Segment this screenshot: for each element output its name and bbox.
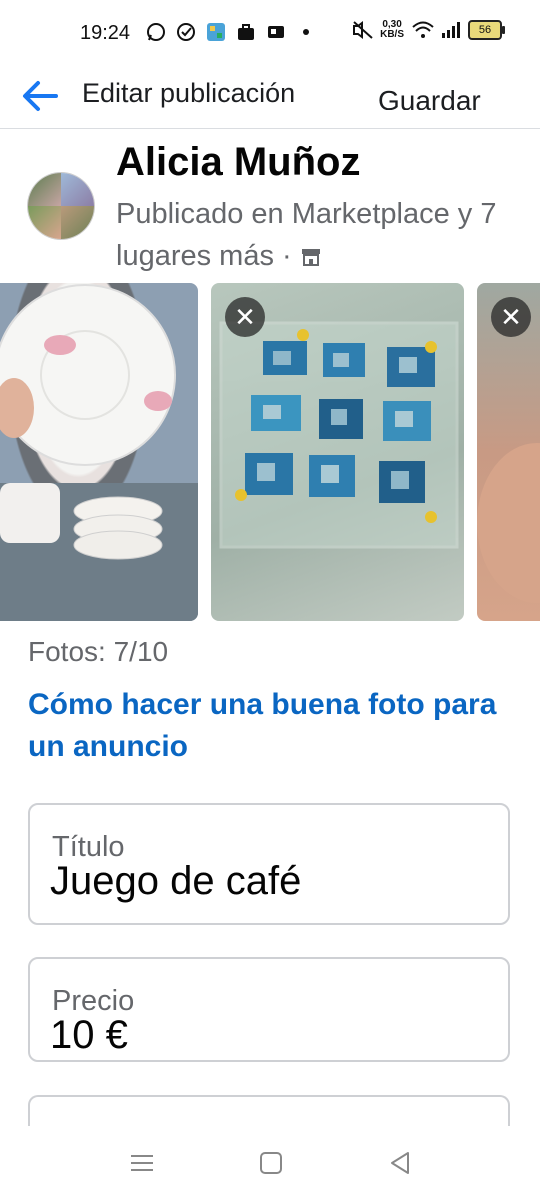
title-field[interactable]: Título Juego de café <box>28 803 510 925</box>
app-bar: Editar publicación Guardar <box>0 66 540 129</box>
dot-icon <box>296 22 316 42</box>
wifi-icon <box>412 20 434 40</box>
signal-icon <box>440 20 460 40</box>
home-button[interactable] <box>256 1148 286 1178</box>
avatar[interactable] <box>28 173 94 239</box>
price-field-value[interactable]: 10 € <box>50 1013 128 1058</box>
check-circle-icon <box>176 22 196 42</box>
vpn-icon <box>266 22 286 42</box>
whatsapp-icon <box>146 22 166 42</box>
avatar-tile <box>28 173 61 206</box>
remove-photo-2-button[interactable]: ✕ <box>225 297 265 337</box>
back-nav-button[interactable] <box>386 1148 416 1178</box>
status-time: 19:24 <box>80 22 131 44</box>
avatar-tile <box>61 206 94 239</box>
avatar-tile <box>61 173 94 206</box>
remove-photo-3-button[interactable]: ✕ <box>491 297 531 337</box>
photos-count: Fotos: 7/10 <box>28 636 169 667</box>
back-arrow-icon <box>23 81 58 111</box>
net-speed-unit: KB/S <box>380 29 404 40</box>
user-name: Alicia Muñoz <box>116 140 361 184</box>
status-right: 0,30 KB/S 56 <box>352 20 505 40</box>
back-button[interactable] <box>20 78 60 114</box>
recent-apps-button[interactable] <box>127 1148 157 1178</box>
price-field[interactable]: Precio 10 € <box>28 957 510 1062</box>
system-nav-bar <box>0 1126 540 1200</box>
battery-icon: 56 <box>468 20 505 40</box>
mute-icon <box>352 20 373 40</box>
avatar-tile <box>28 206 61 239</box>
title-field-value[interactable]: Juego de café <box>50 859 301 904</box>
photo-gallery[interactable]: ✕ ✕ <box>0 283 540 621</box>
page-title: Editar publicación <box>82 78 296 108</box>
photo-tips-link[interactable]: Cómo hacer una buena foto para un anunci… <box>28 684 508 768</box>
net-speed: 0,30 KB/S <box>380 20 404 40</box>
status-icons <box>146 22 316 42</box>
app-tile-icon <box>206 22 226 42</box>
status-bar: 19:24 0,30 KB/S 56 <box>0 0 540 66</box>
briefcase-icon <box>236 22 256 42</box>
photo-1[interactable] <box>0 283 198 621</box>
post-audience: Publicado en Marketplace y 7 lugares más… <box>116 193 526 281</box>
save-button[interactable]: Guardar <box>378 84 481 110</box>
marketplace-shop-icon <box>300 239 322 281</box>
